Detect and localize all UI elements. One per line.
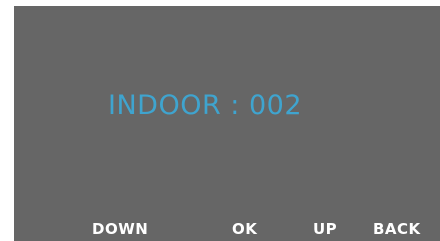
indoor-unit-readout: INDOOR : 002	[108, 90, 302, 121]
device-page: INDOOR : 002 DOWN OK UP BACK	[0, 0, 440, 241]
readout-separator: :	[221, 90, 249, 121]
lcd-screen: INDOOR : 002	[14, 6, 440, 241]
back-button[interactable]: BACK	[373, 220, 421, 238]
readout-label: INDOOR	[108, 90, 222, 121]
readout-value: 002	[248, 90, 303, 121]
ok-button[interactable]: OK	[232, 220, 257, 238]
up-button[interactable]: UP	[313, 220, 337, 238]
down-button[interactable]: DOWN	[92, 220, 148, 238]
